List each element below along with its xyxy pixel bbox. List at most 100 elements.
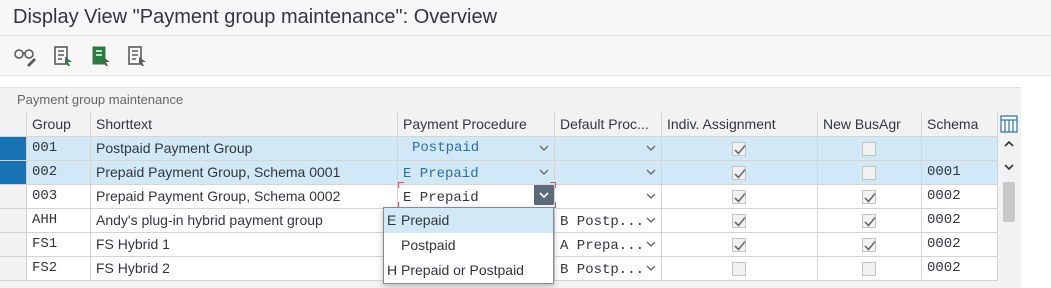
- column-header-new-busagr[interactable]: New BusAgr: [818, 113, 922, 137]
- shorttext-cell: Prepaid Payment Group, Schema 0002: [91, 185, 398, 209]
- table-export-icon: [54, 46, 72, 66]
- indiv-assignment-checkbox[interactable]: [732, 214, 746, 228]
- row-selector[interactable]: [0, 233, 27, 257]
- new-busagr-cell: [818, 257, 922, 281]
- option-label: Postpaid: [401, 237, 456, 253]
- option-label: Prepaid: [401, 212, 450, 228]
- new-busagr-checkbox[interactable]: [862, 238, 876, 252]
- dropdown-option-prepaid[interactable]: E Prepaid: [384, 208, 553, 233]
- chevron-down-icon: [646, 241, 656, 247]
- payment-procedure-value: Postpaid: [412, 140, 480, 156]
- default-proc-select[interactable]: B Postp...: [555, 209, 662, 233]
- shorttext-cell: FS Hybrid 2: [91, 257, 398, 281]
- shorttext-cell: Prepaid Payment Group, Schema 0001: [91, 161, 398, 185]
- chevron-down-icon: [646, 193, 656, 199]
- document-select-icon: [128, 46, 146, 66]
- group-cell: FS1: [27, 233, 91, 257]
- option-key: E: [387, 212, 397, 228]
- chevron-down-icon: [646, 145, 656, 151]
- indiv-assignment-checkbox[interactable]: [732, 190, 746, 204]
- schema-cell: [922, 137, 998, 161]
- table-row[interactable]: 003 Prepaid Payment Group, Schema 0002 E…: [0, 185, 998, 209]
- schema-cell: 0001: [922, 161, 998, 185]
- group-cell: FS2: [27, 257, 91, 281]
- dropdown-option-postpaid[interactable]: Postpaid: [384, 233, 553, 258]
- shorttext-cell: Postpaid Payment Group: [91, 137, 398, 161]
- dropdown-option-prepaid-or-postpaid[interactable]: H Prepaid or Postpaid: [384, 258, 553, 283]
- panel-title: Payment group maintenance: [17, 92, 184, 107]
- chevron-down-icon: [539, 169, 549, 175]
- group-cell: 003: [27, 185, 91, 209]
- indiv-assignment-checkbox[interactable]: [732, 262, 746, 276]
- deselect-all-button[interactable]: [124, 44, 150, 68]
- schema-cell: 0002: [922, 233, 998, 257]
- default-proc-select[interactable]: A Prepa...: [555, 233, 662, 257]
- dropdown-toggle-button[interactable]: [534, 185, 554, 205]
- table-row[interactable]: 001 Postpaid Payment Group Postpaid: [0, 137, 998, 161]
- indiv-assignment-cell: [662, 233, 818, 257]
- group-cell: 001: [27, 137, 91, 161]
- column-header-default-proc[interactable]: Default Proc...: [555, 113, 662, 137]
- indiv-assignment-checkbox[interactable]: [732, 142, 746, 156]
- scrollbar-thumb[interactable]: [1003, 182, 1015, 222]
- default-proc-select[interactable]: B Postp...: [555, 257, 662, 281]
- new-busagr-checkbox[interactable]: [862, 214, 876, 228]
- column-settings-icon[interactable]: [1000, 115, 1018, 133]
- new-busagr-checkbox[interactable]: [862, 166, 876, 180]
- payment-procedure-select[interactable]: E Prepaid: [398, 161, 555, 185]
- row-selector[interactable]: [0, 161, 27, 185]
- column-header-shorttext[interactable]: Shorttext: [91, 113, 398, 137]
- new-busagr-cell: [818, 137, 922, 161]
- table-select-icon: [92, 46, 110, 66]
- chevron-down-icon[interactable]: [1002, 160, 1016, 174]
- new-busagr-checkbox[interactable]: [862, 142, 876, 156]
- chevron-down-icon: [646, 217, 656, 223]
- indiv-assignment-checkbox[interactable]: [732, 166, 746, 180]
- indiv-assignment-cell: [662, 137, 818, 161]
- payment-procedure-select[interactable]: Postpaid: [398, 137, 555, 161]
- column-header-group[interactable]: Group: [27, 113, 91, 137]
- default-proc-select[interactable]: [555, 161, 662, 185]
- column-header-indiv-assignment[interactable]: Indiv. Assignment: [662, 113, 818, 137]
- glasses-pencil-icon: [14, 49, 36, 67]
- default-proc-value: A Prepa...: [560, 238, 645, 254]
- new-busagr-checkbox[interactable]: [862, 262, 876, 276]
- export-button[interactable]: [50, 44, 76, 68]
- payment-procedure-value: E Prepaid: [403, 190, 479, 206]
- indiv-assignment-cell: [662, 161, 818, 185]
- payment-procedure-value: E Prepaid: [403, 166, 479, 182]
- display-change-button[interactable]: [12, 44, 38, 68]
- table-header-row: Group Shorttext Payment Procedure Defaul…: [0, 113, 998, 137]
- table-row[interactable]: 002 Prepaid Payment Group, Schema 0001 E…: [0, 161, 998, 185]
- shorttext-cell: FS Hybrid 1: [91, 233, 398, 257]
- indiv-assignment-cell: [662, 209, 818, 233]
- option-key: H: [387, 262, 398, 278]
- select-all-button[interactable]: [88, 44, 114, 68]
- row-selector[interactable]: [0, 209, 27, 233]
- default-proc-select[interactable]: [555, 137, 662, 161]
- chevron-down-icon: [539, 192, 549, 199]
- row-selector[interactable]: [0, 185, 27, 209]
- default-proc-value: B Postp...: [560, 214, 645, 230]
- default-proc-value: B Postp...: [560, 262, 645, 278]
- new-busagr-cell: [818, 233, 922, 257]
- toolbar: [0, 36, 1051, 76]
- new-busagr-checkbox[interactable]: [862, 190, 876, 204]
- indiv-assignment-checkbox[interactable]: [732, 238, 746, 252]
- row-selector[interactable]: [0, 137, 27, 161]
- group-cell: AHH: [27, 209, 91, 233]
- payment-procedure-select[interactable]: E Prepaid: [398, 185, 555, 209]
- select-all-corner[interactable]: [0, 113, 27, 137]
- shorttext-cell: Andy's plug-in hybrid payment group: [91, 209, 398, 233]
- group-cell: 002: [27, 161, 91, 185]
- column-header-payment-procedure[interactable]: Payment Procedure: [398, 113, 555, 137]
- column-header-schema[interactable]: Schema: [922, 113, 998, 137]
- chevron-down-icon: [539, 145, 549, 151]
- chevron-down-icon: [646, 169, 656, 175]
- title-bar: Display View "Payment group maintenance"…: [0, 0, 1051, 36]
- page-title: Display View "Payment group maintenance"…: [13, 6, 498, 28]
- row-selector[interactable]: [0, 257, 27, 281]
- option-label: Prepaid or Postpaid: [401, 262, 524, 278]
- default-proc-select[interactable]: [555, 185, 662, 209]
- chevron-up-icon[interactable]: [1002, 137, 1016, 151]
